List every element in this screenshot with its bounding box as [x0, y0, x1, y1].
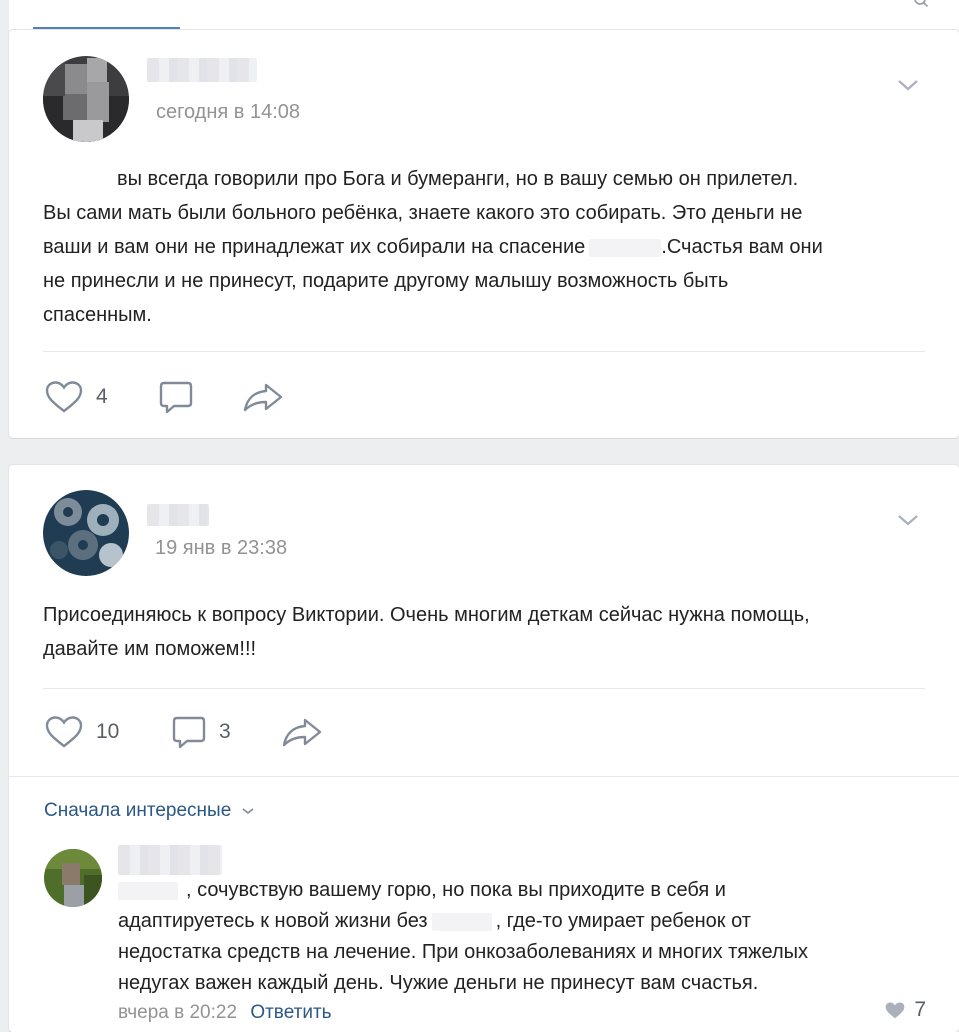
comment-like-button[interactable]: 7: [884, 998, 926, 1022]
search-icon[interactable]: [913, 0, 929, 8]
comment-count: 3: [219, 720, 231, 743]
reply-button[interactable]: Ответить: [250, 1002, 331, 1023]
comment-meta: вчера в 20:22 Ответить: [118, 1002, 332, 1024]
comment-button[interactable]: [158, 380, 194, 414]
heart-icon: [885, 1002, 905, 1018]
post-date[interactable]: сегодня в 14:08: [156, 101, 300, 124]
heart-icon: [45, 381, 83, 413]
avatar[interactable]: [43, 490, 129, 576]
divider: [43, 688, 925, 689]
tab-bar: [9, 0, 959, 31]
divider: [9, 776, 959, 777]
sort-label: Сначала интересные: [44, 800, 232, 821]
chevron-down-icon[interactable]: [897, 78, 919, 92]
share-icon: [243, 383, 283, 412]
share-button[interactable]: [242, 382, 284, 412]
comment-date[interactable]: вчера в 20:22: [118, 1002, 237, 1023]
comment-icon: [159, 381, 193, 414]
post-text: Присоединяюсь к вопросу Виктории. Очень …: [43, 604, 810, 660]
post-date[interactable]: 19 янв в 23:38: [155, 537, 287, 560]
comments-sort-dropdown[interactable]: Сначала интересные: [44, 800, 255, 822]
like-button[interactable]: 10: [44, 715, 119, 749]
comment-text: , сочувствую вашему горю, но пока вы при…: [118, 879, 808, 994]
share-icon: [282, 718, 322, 747]
comment-icon: [172, 716, 206, 749]
share-button[interactable]: [281, 717, 323, 747]
like-button[interactable]: 4: [44, 380, 108, 414]
author-name-redacted[interactable]: [147, 504, 209, 526]
post-text: вы всегда говорили про Бога и бумеранги,…: [43, 168, 823, 326]
like-count: 10: [96, 720, 120, 743]
wall-post: сегодня в 14:08 вы всегда говорили про Б…: [9, 30, 959, 438]
avatar[interactable]: [43, 56, 129, 142]
author-name-redacted[interactable]: [147, 58, 257, 82]
comment-avatar[interactable]: [44, 849, 102, 907]
chevron-down-icon[interactable]: [897, 513, 919, 527]
chevron-down-icon: [242, 808, 254, 815]
heart-icon: [45, 716, 83, 748]
like-count: 4: [96, 385, 108, 408]
divider: [43, 351, 925, 352]
comment-author-redacted[interactable]: [118, 845, 222, 875]
comment-button[interactable]: 3: [171, 715, 231, 749]
comment-like-count: 7: [914, 998, 926, 1021]
